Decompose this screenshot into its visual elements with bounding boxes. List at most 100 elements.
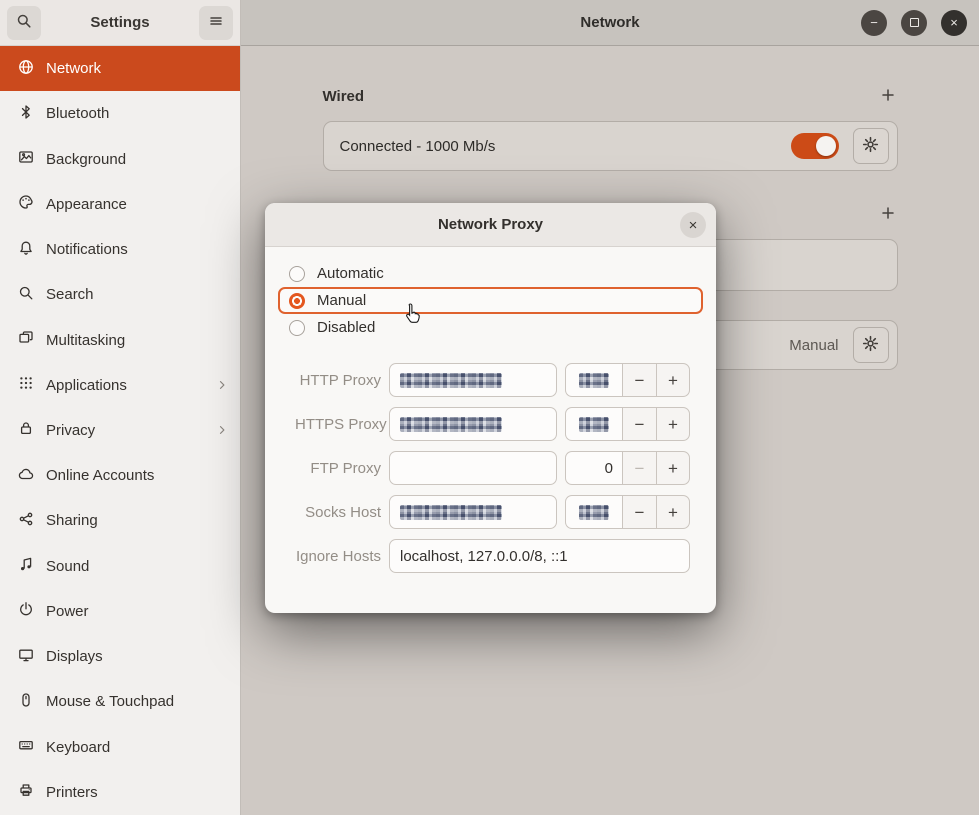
bell-icon — [18, 240, 34, 260]
socks-port-spinner: − + — [565, 495, 690, 529]
keyboard-icon — [18, 737, 34, 757]
sidebar-item-printers[interactable]: Printers — [0, 770, 240, 815]
search-icon — [16, 13, 32, 32]
sidebar-item-appearance[interactable]: Appearance — [0, 182, 240, 227]
decrement-button[interactable]: − — [622, 363, 656, 397]
redacted-port-value — [579, 373, 609, 388]
minimize-icon: − — [870, 16, 878, 29]
add-vpn-button[interactable] — [878, 203, 898, 226]
sidebar-item-keyboard[interactable]: Keyboard — [0, 725, 240, 770]
increment-button[interactable]: + — [656, 407, 690, 441]
gear-icon — [862, 335, 879, 355]
field-label: HTTP Proxy — [295, 372, 381, 389]
ftp-proxy-row: FTP Proxy 0 − + — [295, 451, 686, 485]
https-proxy-row: HTTPS Proxy − + — [295, 407, 686, 441]
sidebar-item-label: Network — [46, 60, 228, 77]
dialog-close-button[interactable]: × — [680, 212, 706, 238]
close-button[interactable]: × — [941, 10, 967, 36]
dialog-header: Network Proxy × — [265, 203, 716, 247]
socks-port-value[interactable] — [565, 495, 622, 529]
decrement-button[interactable]: − — [622, 495, 656, 529]
field-label: FTP Proxy — [295, 460, 381, 477]
socks-host-input[interactable] — [389, 495, 557, 529]
sidebar-item-power[interactable]: Power — [0, 589, 240, 634]
radio-automatic[interactable]: Automatic — [278, 260, 703, 287]
wired-settings-button[interactable] — [853, 128, 889, 164]
proxy-mode-options: Automatic Manual Disabled — [265, 247, 716, 341]
sidebar-item-search[interactable]: Search — [0, 272, 240, 317]
gear-icon — [862, 136, 879, 156]
radio-checked-icon — [289, 293, 305, 309]
maximize-button[interactable] — [901, 10, 927, 36]
http-port-value[interactable] — [565, 363, 622, 397]
http-proxy-input[interactable] — [389, 363, 557, 397]
redacted-host-value — [400, 505, 502, 520]
add-wired-connection-button[interactable] — [878, 85, 898, 108]
radio-icon — [289, 320, 305, 336]
https-port-value[interactable] — [565, 407, 622, 441]
minimize-button[interactable]: − — [861, 10, 887, 36]
decrement-button[interactable]: − — [622, 407, 656, 441]
close-icon: × — [950, 16, 958, 29]
sidebar-item-label: Online Accounts — [46, 467, 228, 484]
chevron-right-icon — [216, 379, 228, 391]
ftp-port-value[interactable]: 0 — [565, 451, 622, 485]
radio-icon — [289, 266, 305, 282]
sidebar-item-online-accounts[interactable]: Online Accounts — [0, 453, 240, 498]
field-label: HTTPS Proxy — [295, 416, 381, 433]
plus-icon — [880, 205, 896, 224]
window-controls: − × — [861, 0, 967, 45]
search-icon — [18, 285, 34, 305]
redacted-port-value — [579, 417, 609, 432]
radio-label: Automatic — [317, 265, 384, 282]
https-proxy-input[interactable] — [389, 407, 557, 441]
sidebar-item-applications[interactable]: Applications — [0, 363, 240, 408]
radio-label: Manual — [317, 292, 366, 309]
sidebar-item-network[interactable]: Network — [0, 46, 240, 91]
wired-toggle[interactable] — [791, 133, 839, 159]
sidebar-item-label: Sharing — [46, 512, 228, 529]
ignore-hosts-row: Ignore Hosts localhost, 127.0.0.0/8, ::1 — [295, 539, 686, 573]
menu-button[interactable] — [199, 6, 233, 40]
sidebar-item-sharing[interactable]: Sharing — [0, 498, 240, 543]
decrement-button[interactable]: − — [622, 451, 656, 485]
sidebar-item-multitasking[interactable]: Multitasking — [0, 317, 240, 362]
sidebar-item-label: Privacy — [46, 422, 204, 439]
sidebar: Settings Network Bluetooth Background Ap… — [0, 0, 241, 815]
radio-disabled[interactable]: Disabled — [278, 314, 703, 341]
page-title: Network — [580, 14, 639, 31]
wired-connection-row: Connected - 1000 Mb/s — [323, 121, 898, 171]
sidebar-item-bluetooth[interactable]: Bluetooth — [0, 91, 240, 136]
bluetooth-icon — [18, 104, 34, 124]
lock-icon — [18, 420, 34, 440]
sidebar-item-notifications[interactable]: Notifications — [0, 227, 240, 272]
proxy-settings-button[interactable] — [853, 327, 889, 363]
proxy-mode-value: Manual — [789, 337, 838, 354]
sidebar-item-label: Appearance — [46, 196, 228, 213]
ignore-hosts-input[interactable]: localhost, 127.0.0.0/8, ::1 — [389, 539, 690, 573]
toggle-knob — [816, 136, 836, 156]
sidebar-item-label: Sound — [46, 558, 228, 575]
sidebar-item-sound[interactable]: Sound — [0, 544, 240, 589]
radio-label: Disabled — [317, 319, 375, 336]
sidebar-nav: Network Bluetooth Background Appearance … — [0, 46, 240, 815]
increment-button[interactable]: + — [656, 451, 690, 485]
sidebar-item-background[interactable]: Background — [0, 136, 240, 181]
radio-manual[interactable]: Manual — [278, 287, 703, 314]
sidebar-item-label: Background — [46, 151, 228, 168]
cloud-icon — [18, 466, 34, 486]
increment-button[interactable]: + — [656, 495, 690, 529]
settings-title: Settings — [47, 14, 193, 31]
hamburger-icon — [208, 13, 224, 32]
ftp-proxy-input[interactable] — [389, 451, 557, 485]
sidebar-item-label: Multitasking — [46, 332, 228, 349]
sidebar-item-privacy[interactable]: Privacy — [0, 408, 240, 453]
sidebar-header: Settings — [0, 0, 240, 46]
multitasking-icon — [18, 330, 34, 350]
increment-button[interactable]: + — [656, 363, 690, 397]
search-button[interactable] — [7, 6, 41, 40]
sidebar-item-mouse-touchpad[interactable]: Mouse & Touchpad — [0, 679, 240, 724]
power-icon — [18, 601, 34, 621]
sidebar-item-displays[interactable]: Displays — [0, 634, 240, 679]
appearance-icon — [18, 194, 34, 214]
